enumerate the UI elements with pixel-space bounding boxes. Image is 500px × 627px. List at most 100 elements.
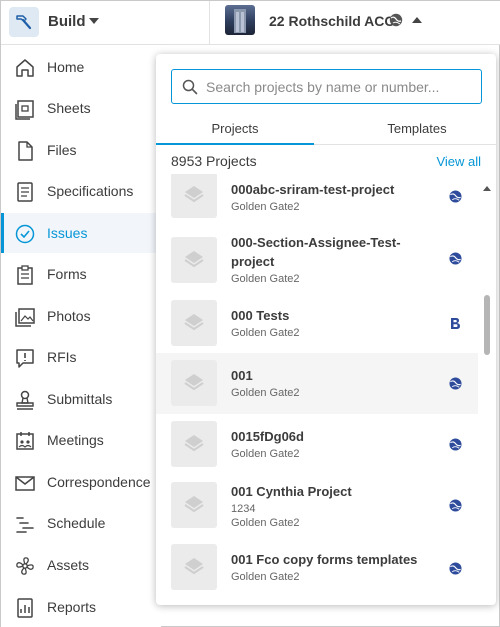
sidebar-item-sheets[interactable]: Sheets (1, 88, 161, 128)
top-bar: Build 22 Rothschild ACC (1, 1, 500, 45)
list-item[interactable]: 0015fDg06d Golden Gate2 (156, 414, 478, 474)
tab-templates[interactable]: Templates (338, 113, 496, 145)
sidebar-item-specifications[interactable]: Specifications (1, 171, 161, 211)
chevron-down-icon[interactable] (89, 18, 99, 24)
tab-projects[interactable]: Projects (156, 113, 314, 145)
sidebar-item-label: Meetings (47, 432, 104, 448)
app-frame: Build 22 Rothschild ACC Home Sheets File… (0, 0, 500, 627)
sidebar-item-meetings[interactable]: Meetings (1, 420, 161, 460)
build-module-button[interactable] (9, 7, 39, 37)
project-account: Golden Gate2 (231, 571, 300, 583)
view-all-link[interactable]: View all (436, 154, 481, 169)
sidebar-item-reports[interactable]: Reports (1, 587, 161, 627)
sidebar-item-rfis[interactable]: RFIs (1, 337, 161, 377)
acc-globe-icon (449, 377, 462, 390)
sidebar-item-label: Forms (47, 266, 87, 282)
sidebar-item-label: Assets (47, 557, 90, 573)
sidebar-item-label: Reports (47, 599, 97, 615)
sidebar-item-submittals[interactable]: Submittals (1, 379, 161, 419)
globe-icon (389, 13, 403, 27)
project-account: Golden Gate2 (231, 517, 300, 529)
project-placeholder-icon (184, 251, 204, 268)
assets-icon (16, 557, 34, 575)
divider (209, 1, 210, 45)
project-list: 000abc-sriram-test-project Golden Gate2 … (156, 174, 496, 605)
project-picker-dropdown: Projects Templates 8953 Projects View al… (156, 54, 496, 605)
project-name: 000 Tests (231, 308, 290, 323)
sidebar-item-label: Sheets (47, 100, 91, 116)
sidebar-item-label: RFIs (47, 349, 77, 365)
scroll-up-arrow-icon[interactable] (483, 186, 491, 191)
sidebar-item-home[interactable]: Home (1, 47, 161, 87)
scrollbar-thumb[interactable] (484, 295, 490, 355)
current-project-name[interactable]: 22 Rothschild ACC (269, 13, 395, 29)
photos-icon (15, 308, 35, 327)
sidebar-item-label: Files (47, 142, 77, 158)
project-name: 000-Section-Assignee-Test-project (231, 235, 401, 269)
project-thumbnail (171, 482, 217, 528)
sidebar-item-label: Photos (47, 308, 91, 324)
project-account: Golden Gate2 (231, 273, 300, 285)
project-placeholder-icon (184, 186, 204, 203)
project-name: 0015fDg06d (231, 429, 304, 444)
acc-globe-icon (449, 499, 462, 512)
hammer-icon (16, 15, 32, 30)
correspondence-icon (15, 476, 35, 491)
schedule-icon (16, 517, 34, 533)
project-thumbnail (171, 360, 217, 406)
sidebar-item-files[interactable]: Files (1, 130, 161, 170)
list-item[interactable]: 000abc-sriram-test-project Golden Gate2 (156, 174, 478, 226)
tab-bar: Projects Templates (156, 113, 496, 145)
sidebar-item-assets[interactable]: Assets (1, 545, 161, 585)
project-placeholder-icon (184, 496, 204, 513)
project-placeholder-icon (184, 314, 204, 331)
sidebar-item-photos[interactable]: Photos (1, 296, 161, 336)
submittals-icon (16, 390, 34, 410)
search-input[interactable] (206, 76, 474, 98)
forms-icon (17, 265, 33, 285)
project-thumbnail (171, 174, 217, 218)
project-count: 8953 Projects (171, 153, 257, 169)
list-item[interactable]: 000-Section-Assignee-Test-project Golden… (156, 226, 478, 294)
acc-globe-icon (449, 562, 462, 575)
list-item[interactable]: 000 Tests Golden Gate2 (156, 294, 478, 353)
sidebar-nav: Home Sheets Files Specifications Issues … (1, 45, 161, 627)
specifications-icon (17, 182, 33, 202)
list-item[interactable]: 001 Fco copy forms templates Golden Gate… (156, 537, 478, 599)
project-thumbnail (171, 300, 217, 346)
acc-globe-icon (449, 190, 462, 203)
project-number: 1234 (231, 503, 256, 515)
scrollbar[interactable] (482, 182, 492, 602)
project-thumbnail[interactable] (225, 5, 255, 35)
project-account: Golden Gate2 (231, 201, 300, 213)
rfis-icon (16, 349, 34, 368)
project-name: 000abc-sriram-test-project (231, 182, 395, 197)
list-item[interactable]: 001 Golden Gate2 (156, 353, 478, 414)
project-thumbnail (171, 544, 217, 590)
sidebar-item-correspondence[interactable]: Correspondence (1, 462, 161, 502)
project-account: Golden Gate2 (231, 448, 300, 460)
sidebar-item-label: Home (47, 59, 85, 75)
sidebar-item-schedule[interactable]: Schedule (1, 503, 161, 543)
project-account: Golden Gate2 (231, 327, 300, 339)
project-account: Golden Gate2 (231, 387, 300, 399)
search-box[interactable] (171, 69, 482, 104)
project-placeholder-icon (184, 374, 204, 391)
project-placeholder-icon (184, 558, 204, 575)
reports-icon (17, 598, 33, 618)
files-icon (18, 141, 33, 161)
project-name: 001 Cynthia Project (231, 484, 352, 499)
module-label[interactable]: Build (48, 13, 86, 30)
chevron-up-icon[interactable] (412, 17, 422, 23)
home-icon (16, 59, 34, 77)
project-name: 001 Fco copy forms templates (231, 552, 418, 567)
acc-globe-icon (449, 252, 462, 265)
sidebar-item-issues[interactable]: Issues (1, 213, 161, 253)
project-thumbnail (171, 237, 217, 283)
sidebar-item-label: Specifications (47, 183, 134, 199)
sheets-icon (15, 100, 34, 120)
sidebar-item-forms[interactable]: Forms (1, 254, 161, 294)
project-placeholder-icon (184, 435, 204, 452)
sidebar-item-label: Issues (47, 225, 88, 241)
list-item[interactable]: 001 Cynthia Project 1234 Golden Gate2 (156, 474, 478, 537)
